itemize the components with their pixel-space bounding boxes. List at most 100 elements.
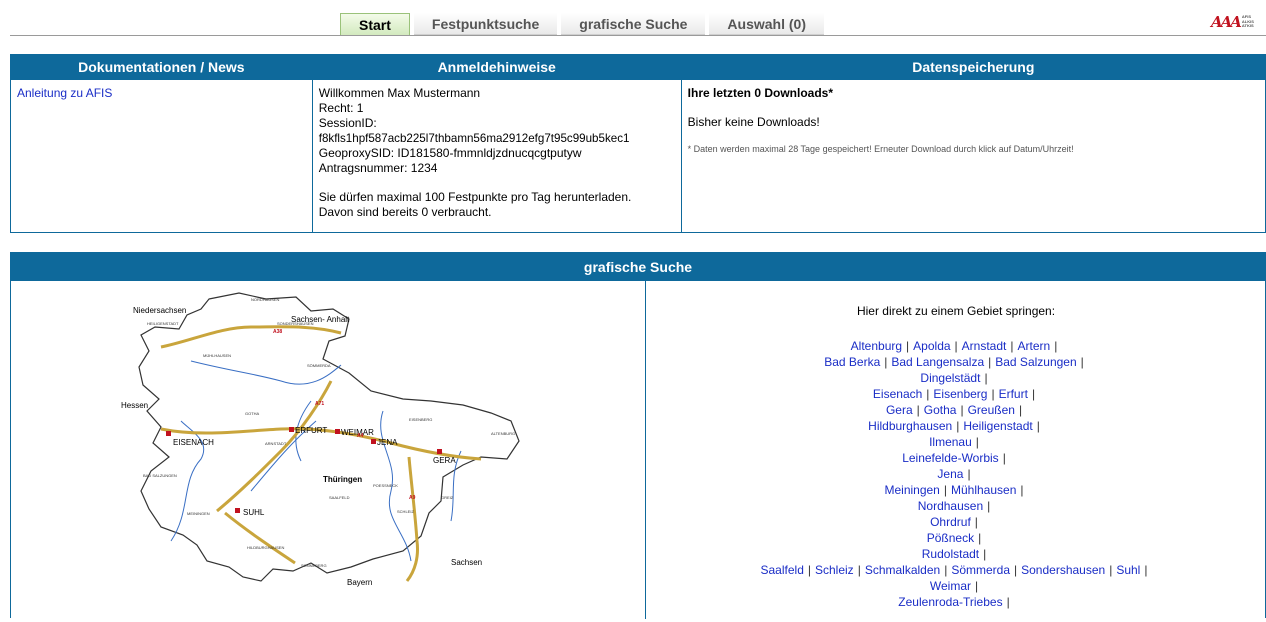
city-marker-weimar — [335, 429, 340, 434]
city-link[interactable]: Schleiz — [815, 563, 854, 577]
city-link[interactable]: Pößneck — [927, 531, 974, 545]
city-link[interactable]: Bad Berka — [824, 355, 880, 369]
city-link[interactable]: Zeulenroda-Triebes — [898, 595, 1002, 609]
tab-start[interactable]: Start — [340, 13, 410, 35]
city-label-gera[interactable]: GERA — [433, 456, 456, 465]
city-link[interactable]: Arnstadt — [962, 339, 1007, 353]
city-link[interactable]: Gera — [886, 403, 913, 417]
city-row: Ilmenau | — [647, 434, 1265, 450]
city-link[interactable]: Eisenberg — [933, 387, 987, 401]
city-link[interactable]: Gotha — [924, 403, 957, 417]
city-separator: | — [954, 339, 958, 353]
city-separator: | — [967, 467, 971, 481]
city-link[interactable]: Ohrdruf — [930, 515, 971, 529]
no-downloads-text: Bisher keine Downloads! — [687, 115, 820, 129]
grafische-suche-header: grafische Suche — [11, 253, 1265, 281]
logo-mark: AAA — [1211, 13, 1242, 31]
city-link[interactable]: Rudolstadt — [922, 547, 979, 561]
city-marker-suhl — [235, 508, 240, 513]
city-label-bad-salzungen[interactable]: BAD SALZUNGEN — [143, 473, 177, 478]
afis-guide-link[interactable]: Anleitung zu AFIS — [17, 86, 112, 100]
session-label: SessionID: — [318, 116, 377, 130]
city-link[interactable]: Greußen — [968, 403, 1015, 417]
city-label-heiligenstadt[interactable]: HEILIGENSTADT — [147, 321, 179, 326]
city-link[interactable]: Hildburghausen — [868, 419, 952, 433]
city-row: Meiningen | Mühlhausen | — [647, 482, 1265, 498]
region-label-bayern: Bayern — [347, 578, 372, 587]
road-label-a9: A9 — [409, 495, 416, 501]
city-separator: | — [960, 403, 964, 417]
city-link[interactable]: Apolda — [913, 339, 950, 353]
city-marker-eisenach — [166, 431, 171, 436]
city-link[interactable]: Nordhausen — [918, 499, 983, 513]
city-separator: | — [943, 483, 947, 497]
city-label-schleiz[interactable]: SCHLEIZ — [397, 509, 414, 514]
city-separator: | — [1014, 563, 1018, 577]
city-row: Leinefelde-Worbis | — [647, 450, 1265, 466]
city-link[interactable]: Bad Salzungen — [995, 355, 1076, 369]
city-label-greiz[interactable]: GREIZ — [441, 495, 454, 500]
city-link[interactable]: Artern — [1018, 339, 1051, 353]
welcome-text: Willkommen Max Mustermann — [318, 86, 481, 100]
login-cell: Willkommen Max Mustermann Recht: 1 Sessi… — [311, 79, 682, 233]
city-link[interactable]: Weimar — [930, 579, 971, 593]
city-label-sonneberg[interactable]: SONNEBERG — [301, 563, 327, 568]
city-link[interactable]: Eisenach — [873, 387, 922, 401]
city-separator: | — [975, 435, 979, 449]
city-row: Weimar | — [647, 578, 1265, 594]
tab-auswahl[interactable]: Auswahl (0) — [709, 13, 824, 35]
docs-header: Dokumentationen / News — [10, 54, 313, 80]
city-separator: | — [884, 355, 888, 369]
city-label-nordhausen[interactable]: NORDHAUSEN — [251, 297, 280, 302]
city-row: Gera | Gotha | Greußen | — [647, 402, 1265, 418]
city-marker-gera — [437, 449, 442, 454]
city-label-soemmerda[interactable]: SÖMMERDA — [307, 363, 331, 368]
city-link[interactable]: Sondershausen — [1021, 563, 1105, 577]
city-link[interactable]: Sömmerda — [951, 563, 1010, 577]
city-link[interactable]: Heiligenstadt — [963, 419, 1032, 433]
city-label-eisenberg[interactable]: EISENBERG — [409, 417, 432, 422]
city-link[interactable]: Leinefelde-Worbis — [902, 451, 999, 465]
city-label-eisenach[interactable]: EISENACH — [173, 438, 214, 447]
city-link[interactable]: Bad Langensalza — [891, 355, 984, 369]
city-separator: | — [988, 355, 992, 369]
city-link[interactable]: Mühlhausen — [951, 483, 1016, 497]
city-label-altenburg[interactable]: ALTENBURG — [491, 431, 515, 436]
city-jump-panel: Hier direkt zu einem Gebiet springen: Al… — [647, 281, 1265, 619]
city-label-sondershausen[interactable]: SONDERSHAUSEN — [277, 321, 314, 326]
storage-header: Datenspeicherung — [680, 54, 1266, 80]
city-link[interactable]: Meiningen — [884, 483, 939, 497]
city-link[interactable]: Schmalkalden — [865, 563, 940, 577]
city-label-poessneck[interactable]: POESSNECK — [373, 483, 398, 488]
city-link[interactable]: Dingelstädt — [920, 371, 980, 385]
tab-festpunktsuche[interactable]: Festpunktsuche — [413, 13, 558, 35]
city-label-arnstadt[interactable]: ARNSTADT — [265, 441, 287, 446]
city-separator: | — [1080, 355, 1084, 369]
city-separator: | — [1006, 595, 1010, 609]
city-label-gotha[interactable]: GOTHA — [245, 411, 260, 416]
city-row: Ohrdruf | — [647, 514, 1265, 530]
city-label-jena[interactable]: JENA — [377, 438, 398, 447]
tab-divider — [10, 35, 1266, 36]
region-label-sachsen: Sachsen — [451, 558, 482, 567]
city-separator: | — [956, 419, 960, 433]
city-label-erfurt[interactable]: ERFURT — [295, 426, 327, 435]
city-link[interactable]: Suhl — [1116, 563, 1140, 577]
thueringen-map[interactable]: Niedersachsen Sachsen- Anhalt Hessen Thü… — [11, 281, 646, 619]
city-separator: | — [926, 387, 930, 401]
city-link[interactable]: Erfurt — [999, 387, 1028, 401]
city-link[interactable]: Ilmenau — [929, 435, 972, 449]
city-label-meiningen[interactable]: MEININGEN — [187, 511, 210, 516]
tab-grafische-suche[interactable]: grafische Suche — [561, 13, 706, 35]
region-label-niedersachsen: Niedersachsen — [133, 306, 186, 315]
city-link[interactable]: Saalfeld — [761, 563, 804, 577]
city-link[interactable]: Altenburg — [851, 339, 902, 353]
city-label-hildburghausen[interactable]: HILDBURGHAUSEN — [247, 545, 284, 550]
city-label-suhl[interactable]: SUHL — [243, 508, 265, 517]
city-separator: | — [991, 387, 995, 401]
city-separator: | — [1002, 451, 1006, 465]
city-label-saalfeld[interactable]: SAALFELD — [329, 495, 350, 500]
city-link[interactable]: Jena — [937, 467, 963, 481]
city-label-muehlhausen[interactable]: MÜHLHAUSEN — [203, 353, 231, 358]
city-separator: | — [1018, 403, 1023, 417]
